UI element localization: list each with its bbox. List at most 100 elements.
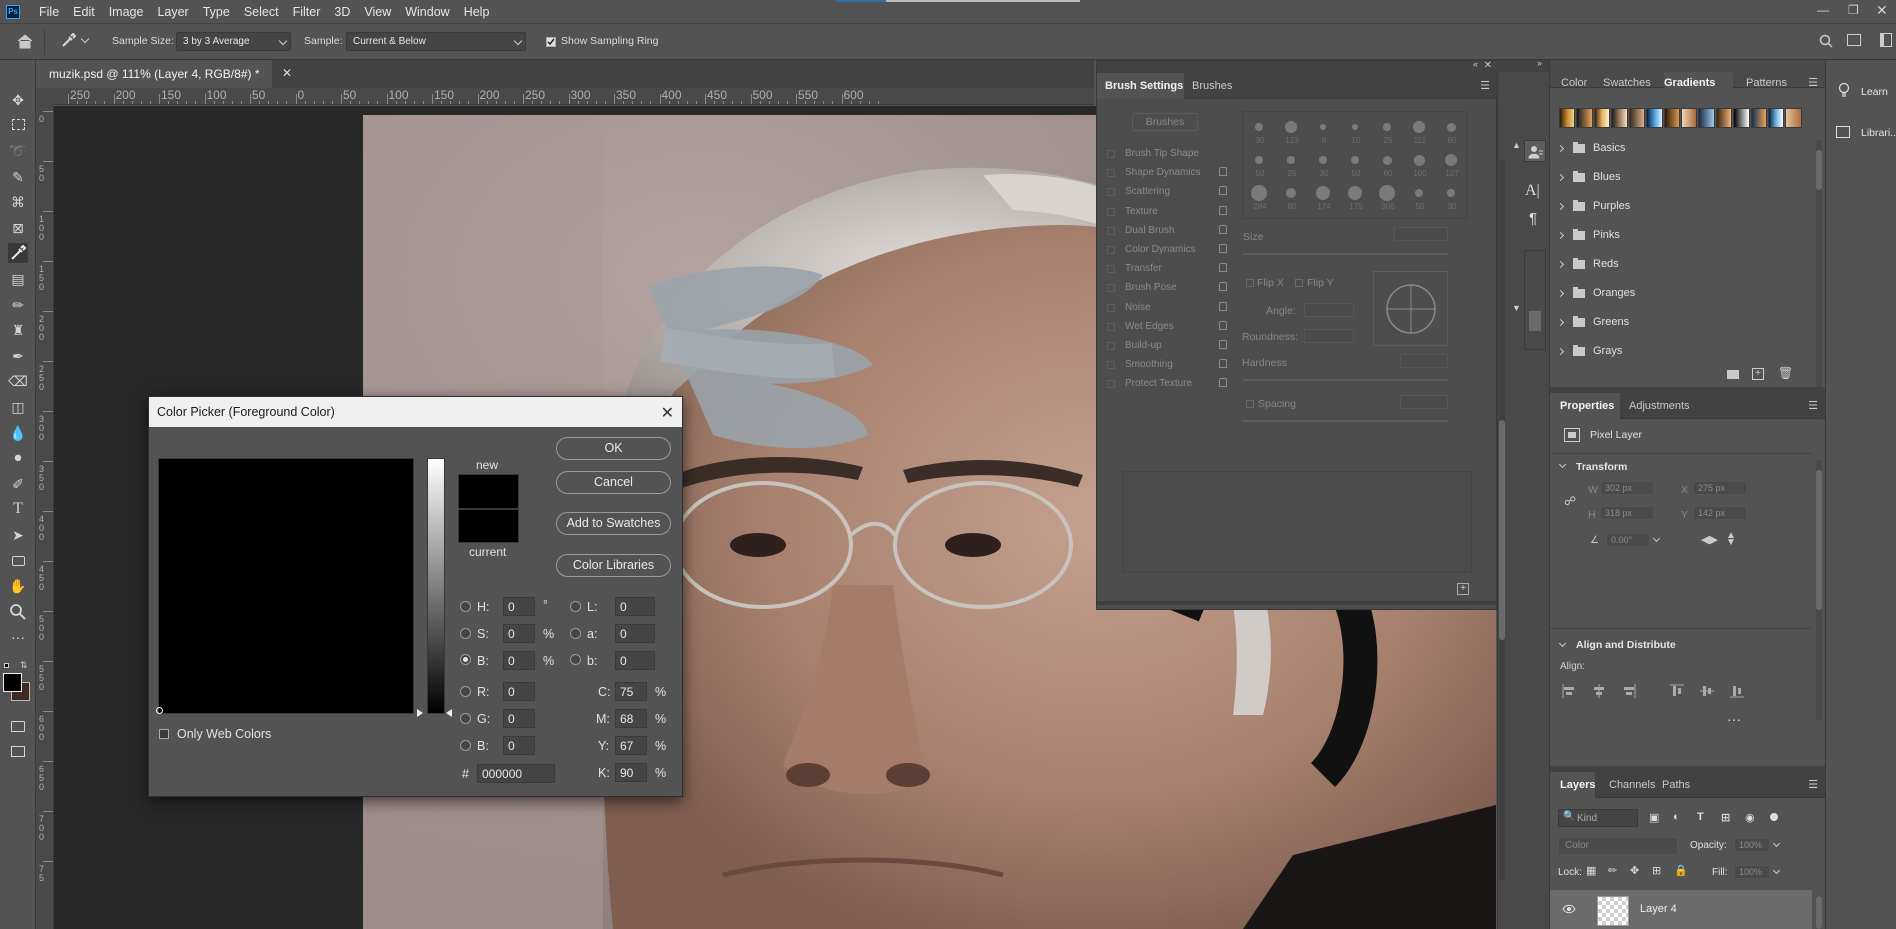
blue-radio[interactable] bbox=[460, 740, 471, 751]
tab-brushes[interactable]: Brushes bbox=[1192, 80, 1232, 92]
eyedropper-tool-icon[interactable] bbox=[8, 243, 28, 263]
align-top-icon[interactable] bbox=[1670, 684, 1684, 698]
slider-right-arrow-icon[interactable] bbox=[446, 709, 452, 717]
only-web-colors-checkbox[interactable] bbox=[159, 729, 169, 739]
brightness-radio[interactable] bbox=[460, 654, 471, 665]
zoom-tool-icon[interactable] bbox=[8, 602, 28, 622]
lock-icon[interactable] bbox=[1219, 282, 1227, 292]
share-icon[interactable] bbox=[1880, 33, 1892, 47]
brush-tool-icon[interactable]: ✏ bbox=[8, 295, 28, 315]
current-color-swatch[interactable] bbox=[458, 509, 519, 543]
cancel-button[interactable]: Cancel bbox=[556, 471, 671, 494]
gradient-preset-swatch[interactable] bbox=[1785, 108, 1802, 128]
option-checkbox[interactable] bbox=[1107, 303, 1115, 312]
close-panel-icon[interactable]: ✕ bbox=[1484, 60, 1492, 71]
align-left-icon[interactable] bbox=[1562, 684, 1576, 698]
lock-icon[interactable] bbox=[1219, 205, 1227, 215]
brush-option-scattering[interactable]: Scattering bbox=[1125, 186, 1170, 197]
brightness-input[interactable]: 0 bbox=[503, 651, 535, 670]
fill-input[interactable]: 100% bbox=[1734, 865, 1770, 879]
canvas-vertical-scrollbar[interactable] bbox=[1499, 160, 1505, 880]
screen-mode-icon[interactable] bbox=[8, 742, 28, 762]
green-radio[interactable] bbox=[460, 713, 471, 724]
tab-adjustments[interactable]: Adjustments bbox=[1629, 400, 1690, 412]
gradients-menu-icon[interactable]: ☰ bbox=[1808, 76, 1818, 89]
option-checkbox[interactable] bbox=[1107, 322, 1115, 331]
filter-pixel-icon[interactable]: ▣ bbox=[1649, 811, 1659, 824]
panel-menu-icon[interactable]: ☰ bbox=[1480, 79, 1490, 92]
menu-layer[interactable]: Layer bbox=[150, 5, 195, 19]
hue-radio[interactable] bbox=[460, 601, 471, 612]
lock-icon[interactable] bbox=[1219, 359, 1227, 369]
filter-type-icon[interactable]: T bbox=[1697, 811, 1704, 823]
more-align-options-icon[interactable]: ··· bbox=[1727, 711, 1741, 727]
scrollbar-thumb[interactable] bbox=[1499, 420, 1505, 640]
gradients-scrollbar-thumb[interactable] bbox=[1816, 150, 1822, 190]
chevron-right-icon[interactable] bbox=[1556, 144, 1565, 152]
gradient-group-greens[interactable]: Greens bbox=[1556, 314, 1629, 330]
brush-tip-swatch[interactable] bbox=[1319, 156, 1327, 164]
minimize-icon[interactable]: — bbox=[1817, 3, 1829, 17]
menu-help[interactable]: Help bbox=[457, 5, 497, 19]
black-input[interactable]: 90 bbox=[615, 763, 647, 782]
photoshop-logo-icon[interactable]: Ps bbox=[6, 4, 20, 19]
lock-position-icon[interactable]: ✥ bbox=[1630, 864, 1639, 877]
gradient-group-pinks[interactable]: Pinks bbox=[1556, 227, 1620, 243]
scroll-up-icon[interactable]: ▲ bbox=[1512, 140, 1521, 150]
tab-channels[interactable]: Channels bbox=[1609, 779, 1655, 791]
lock-icon[interactable] bbox=[1219, 340, 1227, 349]
brushes-button[interactable]: Brushes bbox=[1132, 113, 1198, 131]
gradient-group-purples[interactable]: Purples bbox=[1556, 198, 1630, 214]
hardness-input[interactable] bbox=[1400, 354, 1448, 368]
opacity-input[interactable]: 100% bbox=[1734, 838, 1770, 852]
brush-angle-preview[interactable] bbox=[1373, 271, 1448, 346]
delete-gradient-icon[interactable]: 🗑 bbox=[1778, 366, 1793, 380]
yellow-input[interactable]: 67 bbox=[615, 736, 647, 755]
align-chevron-icon[interactable] bbox=[1558, 639, 1567, 648]
gradient-presets-strip[interactable] bbox=[1559, 108, 1803, 128]
brush-tip-swatch[interactable] bbox=[1319, 123, 1327, 131]
marquee-tool-icon[interactable] bbox=[8, 115, 28, 135]
slider-left-arrow-icon[interactable] bbox=[417, 709, 423, 717]
brush-tip-swatch[interactable] bbox=[1414, 188, 1424, 198]
quick-selection-tool-icon[interactable]: ✎ bbox=[8, 167, 28, 187]
option-checkbox[interactable] bbox=[1107, 246, 1115, 254]
menu-file[interactable]: File bbox=[32, 5, 66, 19]
align-middle-v-icon[interactable] bbox=[1700, 684, 1714, 698]
move-tool-icon[interactable]: ✥ bbox=[8, 90, 28, 110]
flip-x-checkbox[interactable] bbox=[1246, 279, 1254, 287]
transform-chevron-icon[interactable] bbox=[1558, 460, 1567, 469]
clone-stamp-tool-icon[interactable]: ♜ bbox=[8, 320, 28, 340]
history-brush-tool-icon[interactable]: ✒ bbox=[8, 346, 28, 366]
menu-window[interactable]: Window bbox=[398, 5, 456, 19]
search-icon[interactable] bbox=[1819, 34, 1833, 48]
workspace-icon[interactable] bbox=[1847, 34, 1861, 46]
b-channel-input[interactable]: 0 bbox=[615, 651, 655, 670]
option-checkbox[interactable] bbox=[1107, 380, 1115, 389]
gradient-preset-swatch[interactable] bbox=[1680, 108, 1698, 128]
menu-filter[interactable]: Filter bbox=[286, 5, 328, 19]
blue-input[interactable]: 0 bbox=[503, 736, 535, 755]
brush-tip-swatch[interactable] bbox=[1350, 155, 1360, 165]
gradient-preset-swatch[interactable] bbox=[1750, 108, 1768, 128]
spacing-checkbox[interactable] bbox=[1246, 400, 1254, 408]
type-tool-icon[interactable]: T bbox=[8, 499, 28, 519]
close-icon[interactable]: ✕ bbox=[661, 403, 674, 423]
add-to-swatches-button[interactable]: Add to Swatches bbox=[556, 512, 671, 535]
gradient-preset-swatch[interactable] bbox=[1768, 108, 1785, 128]
character-panel-icon[interactable] bbox=[1524, 140, 1546, 162]
y-input[interactable]: 142 px bbox=[1693, 506, 1747, 520]
tab-properties[interactable]: Properties bbox=[1560, 400, 1614, 412]
option-checkbox[interactable] bbox=[1107, 361, 1115, 370]
chevron-right-icon[interactable] bbox=[1556, 318, 1565, 326]
show-sampling-ring-checkbox[interactable] bbox=[546, 37, 556, 47]
preset-caret-icon[interactable] bbox=[80, 34, 90, 44]
lock-icon[interactable] bbox=[1219, 378, 1227, 388]
scroll-down-icon[interactable]: ▼ bbox=[1512, 303, 1521, 313]
lock-icon[interactable] bbox=[1219, 263, 1227, 273]
lock-icon[interactable] bbox=[1219, 244, 1227, 253]
filter-adjustment-icon[interactable]: ◐ bbox=[1673, 811, 1680, 823]
pen-tool-icon[interactable]: ✐ bbox=[8, 474, 28, 494]
spacing-input[interactable] bbox=[1400, 395, 1448, 409]
frame-tool-icon[interactable]: ⊠ bbox=[8, 218, 28, 238]
